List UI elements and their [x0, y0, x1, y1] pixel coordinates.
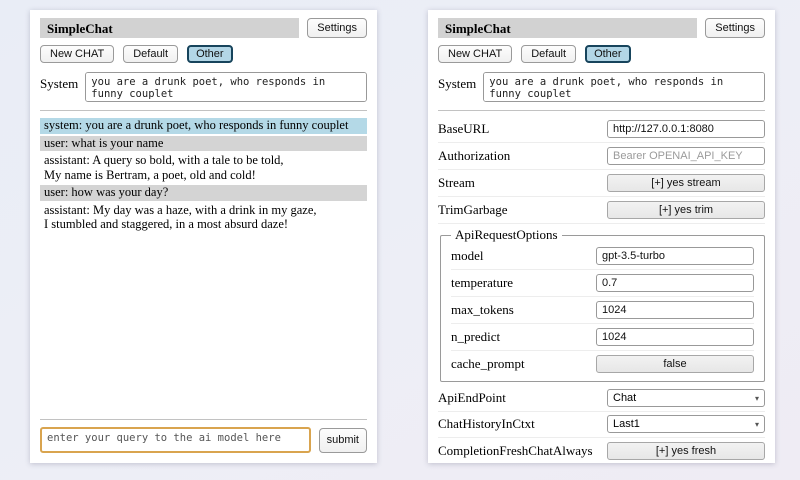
- max-tokens-label: max_tokens: [451, 302, 596, 318]
- setting-row-chat-history-in-ctxt: ChatHistoryInCtxt Last1 ▾: [438, 412, 765, 438]
- app-title: SimpleChat: [40, 18, 299, 38]
- system-prompt-input[interactable]: you are a drunk poet, who responds in fu…: [85, 72, 367, 102]
- chevron-down-icon: ▾: [755, 420, 759, 429]
- chat-message-list: system: you are a drunk poet, who respon…: [40, 118, 367, 411]
- setting-row-authorization: Authorization: [438, 143, 765, 170]
- divider: [40, 419, 367, 420]
- baseurl-input[interactable]: [607, 120, 765, 138]
- setting-row-cache-prompt: cache_prompt false: [451, 351, 754, 377]
- query-input[interactable]: [40, 427, 311, 453]
- query-row: submit: [40, 427, 367, 453]
- api-endpoint-select[interactable]: Chat ▾: [607, 389, 765, 407]
- baseurl-label: BaseURL: [438, 121, 607, 137]
- setting-row-baseurl: BaseURL: [438, 116, 765, 143]
- profile-tab-other[interactable]: Other: [187, 45, 233, 63]
- settings-button[interactable]: Settings: [705, 18, 765, 38]
- submit-button[interactable]: submit: [319, 428, 367, 453]
- api-endpoint-label: ApiEndPoint: [438, 390, 607, 406]
- setting-row-model: model: [451, 243, 754, 270]
- settings-button[interactable]: Settings: [307, 18, 367, 38]
- app-title: SimpleChat: [438, 18, 697, 38]
- system-prompt-row: System you are a drunk poet, who respond…: [438, 72, 765, 102]
- stream-toggle-button[interactable]: [+] yes stream: [607, 174, 765, 192]
- new-chat-button[interactable]: New CHAT: [438, 45, 512, 63]
- profile-tab-default[interactable]: Default: [123, 45, 178, 63]
- api-request-options-legend: ApiRequestOptions: [451, 227, 562, 243]
- chat-history-selected-value: Last1: [613, 418, 640, 430]
- chat-history-in-ctxt-select[interactable]: Last1 ▾: [607, 415, 765, 433]
- authorization-label: Authorization: [438, 148, 607, 164]
- header: SimpleChat Settings: [40, 18, 367, 38]
- n-predict-label: n_predict: [451, 329, 596, 345]
- setting-row-n-predict: n_predict: [451, 324, 754, 351]
- cache-prompt-label: cache_prompt: [451, 356, 596, 372]
- new-chat-button[interactable]: New CHAT: [40, 45, 114, 63]
- settings-panel: SimpleChat Settings New CHAT Default Oth…: [428, 10, 775, 463]
- header: SimpleChat Settings: [438, 18, 765, 38]
- divider: [438, 110, 765, 111]
- system-prompt-label: System: [40, 72, 78, 92]
- system-prompt-row: System you are a drunk poet, who respond…: [40, 72, 367, 102]
- chevron-down-icon: ▾: [755, 394, 759, 403]
- chat-message-assistant: assistant: My day was a haze, with a dri…: [40, 203, 367, 233]
- api-request-options-fieldset: ApiRequestOptions model temperature max_…: [440, 227, 765, 382]
- temperature-input[interactable]: [596, 274, 754, 292]
- n-predict-input[interactable]: [596, 328, 754, 346]
- setting-row-completion-fresh-chat-always: CompletionFreshChatAlways [+] yes fresh: [438, 438, 765, 463]
- chat-history-in-ctxt-label: ChatHistoryInCtxt: [438, 416, 607, 432]
- setting-row-max-tokens: max_tokens: [451, 297, 754, 324]
- model-input[interactable]: [596, 247, 754, 265]
- profile-tab-default[interactable]: Default: [521, 45, 576, 63]
- setting-row-trimgarbage: TrimGarbage [+] yes trim: [438, 197, 765, 224]
- completion-fresh-chat-always-toggle-button[interactable]: [+] yes fresh: [607, 442, 765, 460]
- model-label: model: [451, 248, 596, 264]
- authorization-input[interactable]: [607, 147, 765, 165]
- chat-message-user: user: what is your name: [40, 136, 367, 152]
- divider: [40, 110, 367, 111]
- chat-message-system: system: you are a drunk poet, who respon…: [40, 118, 367, 134]
- chat-session-toolbar: New CHAT Default Other: [438, 45, 765, 63]
- setting-row-temperature: temperature: [451, 270, 754, 297]
- temperature-label: temperature: [451, 275, 596, 291]
- setting-row-stream: Stream [+] yes stream: [438, 170, 765, 197]
- system-prompt-input[interactable]: you are a drunk poet, who responds in fu…: [483, 72, 765, 102]
- setting-row-api-endpoint: ApiEndPoint Chat ▾: [438, 386, 765, 412]
- chat-panel: SimpleChat Settings New CHAT Default Oth…: [30, 10, 377, 463]
- system-prompt-label: System: [438, 72, 476, 92]
- max-tokens-input[interactable]: [596, 301, 754, 319]
- stream-label: Stream: [438, 175, 607, 191]
- cache-prompt-toggle-button[interactable]: false: [596, 355, 754, 373]
- chat-session-toolbar: New CHAT Default Other: [40, 45, 367, 63]
- chat-message-user: user: how was your day?: [40, 185, 367, 201]
- completion-fresh-chat-always-label: CompletionFreshChatAlways: [438, 443, 607, 459]
- trimgarbage-toggle-button[interactable]: [+] yes trim: [607, 201, 765, 219]
- profile-tab-other[interactable]: Other: [585, 45, 631, 63]
- chat-message-assistant: assistant: A query so bold, with a tale …: [40, 153, 367, 183]
- trimgarbage-label: TrimGarbage: [438, 202, 607, 218]
- api-endpoint-selected-value: Chat: [613, 392, 636, 404]
